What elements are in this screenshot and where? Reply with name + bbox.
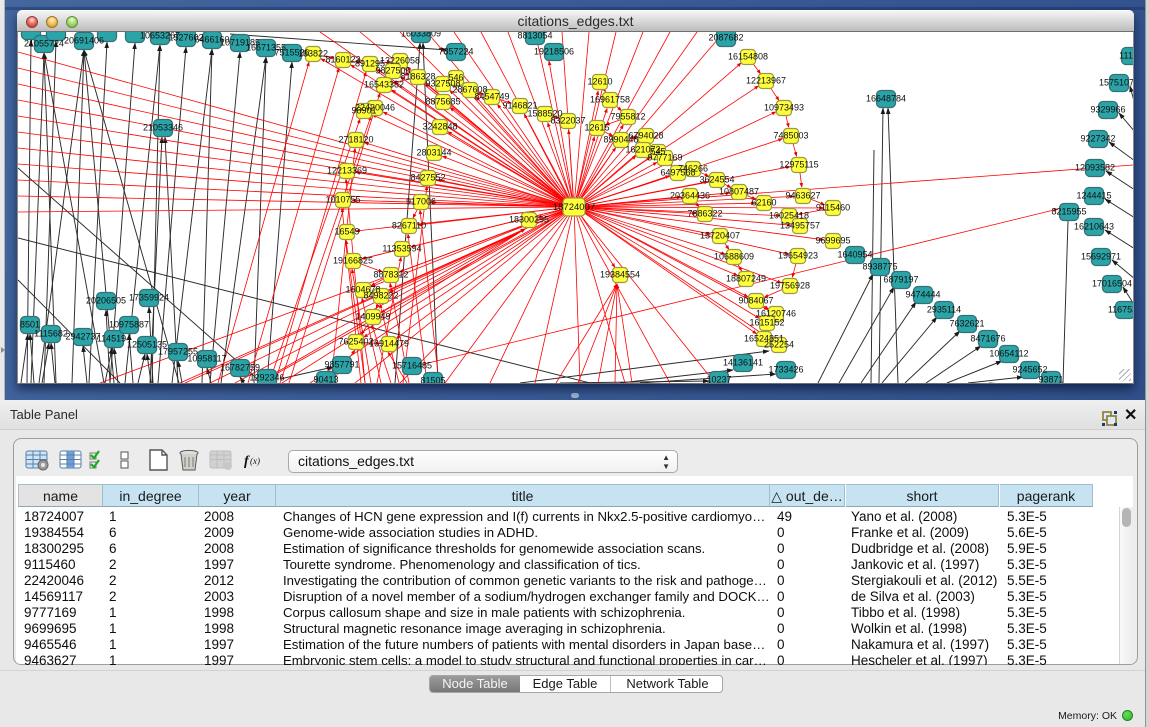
- svg-text:8498222: 8498222: [363, 291, 398, 301]
- svg-text:11353594: 11353594: [382, 244, 421, 254]
- svg-text:7886322: 7886322: [687, 209, 722, 219]
- svg-text:18300295: 18300295: [509, 215, 549, 225]
- svg-text:8875685: 8875685: [425, 97, 460, 107]
- svg-text:7485003: 7485003: [773, 131, 808, 141]
- svg-text:9329966: 9329966: [1090, 105, 1125, 115]
- svg-text:19756928: 19756928: [770, 281, 810, 291]
- svg-text:1244415: 1244415: [1076, 191, 1111, 201]
- svg-text:12213967: 12213967: [746, 76, 786, 86]
- svg-text:7857224: 7857224: [438, 47, 473, 57]
- svg-text:8427552: 8427552: [410, 173, 445, 183]
- svg-text:16961758: 16961758: [590, 95, 630, 105]
- svg-text:16543382: 16543382: [364, 80, 404, 90]
- svg-text:10975887: 10975887: [109, 320, 149, 330]
- svg-text:17016504: 17016504: [1092, 279, 1132, 289]
- svg-text:10807487: 10807487: [719, 187, 759, 197]
- svg-text:6879197: 6879197: [883, 275, 918, 285]
- svg-text:11127: 11127: [1119, 51, 1133, 61]
- svg-text:2935114: 2935114: [927, 305, 961, 315]
- svg-text:16782759: 16782759: [220, 363, 260, 373]
- svg-text:7955812: 7955812: [610, 112, 645, 122]
- svg-text:1409949: 1409949: [355, 312, 390, 322]
- svg-text:19654923: 19654923: [778, 251, 818, 261]
- svg-text:1292346: 1292346: [249, 373, 284, 383]
- svg-text:19218506: 19218506: [534, 47, 574, 57]
- svg-text:16549: 16549: [334, 227, 359, 237]
- svg-text:2942737: 2942737: [65, 332, 100, 342]
- svg-text:9115460: 9115460: [816, 203, 850, 213]
- svg-text:19166825: 19166825: [333, 256, 373, 266]
- svg-text:10025418: 10025418: [769, 211, 809, 221]
- svg-text:10654112: 10654112: [989, 349, 1028, 359]
- svg-text:917006: 917006: [406, 197, 436, 207]
- svg-text:15720407: 15720407: [700, 231, 740, 241]
- svg-text:1640954: 1640954: [837, 250, 872, 260]
- svg-text:12615: 12615: [584, 123, 609, 133]
- svg-text:15716485: 15716485: [392, 361, 432, 371]
- svg-text:746266: 746266: [678, 164, 708, 174]
- svg-text:16033809: 16033809: [401, 32, 441, 39]
- svg-text:8471676: 8471676: [970, 334, 1005, 344]
- svg-text:16154808: 16154808: [728, 52, 768, 62]
- svg-text:20364436: 20364436: [670, 191, 710, 201]
- svg-text:12610: 12610: [587, 77, 612, 87]
- svg-text:15692971: 15692971: [1081, 252, 1121, 262]
- svg-text:98901: 98901: [351, 106, 376, 116]
- svg-text:1167533: 1167533: [1108, 305, 1133, 315]
- svg-text:9699695: 9699695: [815, 236, 850, 246]
- svg-text:7632621: 7632621: [949, 319, 984, 329]
- svg-text:1115682: 1115682: [34, 329, 68, 339]
- svg-text:3624554: 3624554: [699, 175, 734, 185]
- svg-text:9857791: 9857791: [324, 360, 359, 370]
- svg-text:9227342: 9227342: [1080, 134, 1115, 144]
- svg-text:1733426: 1733426: [768, 365, 803, 375]
- svg-text:10237: 10237: [706, 375, 731, 384]
- svg-text:9245652: 9245652: [1012, 365, 1047, 375]
- svg-text:18807249: 18807249: [726, 274, 766, 284]
- svg-text:12975115: 12975115: [779, 160, 818, 170]
- svg-text:2718120: 2718120: [338, 135, 373, 145]
- svg-text:62160: 62160: [751, 198, 776, 208]
- svg-text:17359924: 17359924: [129, 293, 169, 303]
- svg-text:12093582: 12093582: [1075, 163, 1115, 173]
- svg-text:13495757: 13495757: [780, 221, 820, 231]
- svg-text:16210643: 16210643: [1074, 222, 1114, 232]
- svg-text:8938775: 8938775: [862, 262, 897, 272]
- svg-text:8267110: 8267110: [392, 221, 426, 231]
- svg-text:6794028: 6794028: [628, 131, 663, 141]
- svg-text:8878312: 8878312: [373, 270, 408, 280]
- svg-text:14136141: 14136141: [723, 358, 763, 368]
- svg-text:1010755: 1010755: [325, 195, 360, 205]
- svg-text:21055724: 21055724: [24, 39, 64, 49]
- svg-text:2087682: 2087682: [708, 33, 743, 43]
- svg-text:9463627: 9463627: [785, 191, 820, 201]
- svg-text:252254: 252254: [764, 340, 794, 350]
- svg-text:90413: 90413: [313, 375, 338, 384]
- svg-text:546: 546: [448, 73, 463, 83]
- svg-text:1615152: 1615152: [749, 318, 784, 328]
- svg-text:93871: 93871: [1038, 375, 1063, 384]
- svg-text:16648784: 16648784: [866, 94, 906, 104]
- svg-text:16914479: 16914479: [369, 339, 409, 349]
- svg-text:163822: 163822: [298, 49, 328, 59]
- svg-text:8215955: 8215955: [1051, 207, 1086, 217]
- svg-text:8322037: 8322037: [550, 116, 585, 126]
- svg-text:2803144: 2803144: [416, 148, 451, 158]
- svg-text:21053346: 21053346: [143, 123, 183, 133]
- svg-text:9474444: 9474444: [905, 290, 940, 300]
- svg-text:9084067: 9084067: [738, 296, 773, 306]
- svg-text:10973493: 10973493: [764, 103, 804, 113]
- svg-text:18724007: 18724007: [553, 202, 595, 213]
- svg-text:8813054: 8813054: [517, 32, 552, 41]
- svg-text:12213369: 12213369: [327, 166, 367, 176]
- svg-text:20206505: 20206505: [86, 296, 126, 306]
- svg-text:19384554: 19384554: [600, 270, 640, 280]
- svg-text:20691406: 20691406: [64, 36, 104, 46]
- svg-text:3242848: 3242848: [422, 122, 457, 132]
- svg-text:13226058: 13226058: [380, 56, 420, 66]
- svg-text:81505: 81505: [420, 376, 445, 384]
- svg-text:15751074: 15751074: [1099, 78, 1133, 88]
- svg-text:10688609: 10688609: [714, 252, 754, 262]
- svg-text:9777169: 9777169: [647, 153, 682, 163]
